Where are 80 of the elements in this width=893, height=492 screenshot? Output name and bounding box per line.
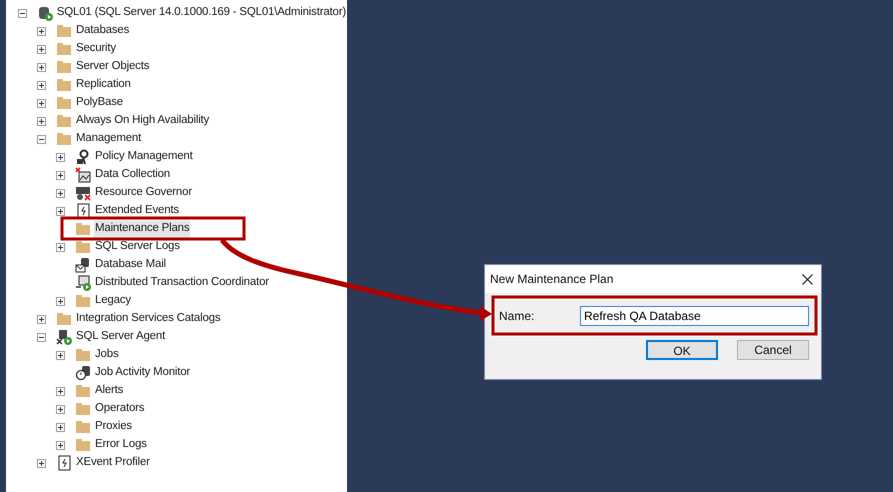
tree-item[interactable]: Always On High Availability (75, 112, 210, 130)
database-server-icon (36, 5, 53, 21)
folder-icon (56, 41, 72, 57)
tree-item[interactable]: Resource Governor (94, 184, 193, 202)
dialog-button[interactable]: Cancel (737, 340, 809, 360)
folder-icon (56, 23, 72, 39)
tree-item[interactable]: Replication (75, 76, 132, 94)
folder-icon (75, 419, 91, 435)
expand-icon[interactable] (56, 170, 65, 180)
tree-item[interactable]: Alerts (94, 382, 124, 400)
name-field[interactable]: Refresh QA Database (580, 306, 809, 326)
expand-icon[interactable] (56, 440, 65, 450)
tree-item[interactable]: SQL Server Logs (94, 238, 181, 256)
folder-icon (56, 311, 72, 327)
expand-icon[interactable] (37, 44, 46, 54)
policy-icon (75, 149, 91, 165)
server-icon (75, 275, 91, 291)
tree-item[interactable]: Policy Management (94, 148, 194, 166)
folder-icon (56, 77, 72, 93)
tree-item[interactable]: Databases (75, 22, 130, 40)
chart-icon (75, 167, 91, 183)
expand-icon[interactable] (56, 296, 65, 306)
collapse-icon[interactable] (18, 8, 27, 18)
collapse-icon[interactable] (37, 332, 46, 342)
agent-icon (56, 329, 72, 345)
folder-icon (75, 221, 91, 237)
tree-item[interactable]: Database Mail (94, 256, 167, 274)
stopwatch-icon (75, 365, 91, 381)
folder-icon (56, 113, 72, 129)
dialog-button[interactable]: OK (646, 340, 718, 360)
expand-icon[interactable] (56, 206, 65, 216)
tree-item[interactable]: XEvent Profiler (75, 454, 151, 472)
tree-item[interactable]: Maintenance Plans (94, 220, 190, 238)
tree-item[interactable]: Security (75, 40, 117, 58)
expand-icon[interactable] (56, 422, 65, 432)
tree-item[interactable]: Management (75, 130, 142, 148)
expand-icon[interactable] (56, 242, 65, 252)
tree-item[interactable]: Distributed Transaction Coordinator (94, 274, 270, 292)
tree-item[interactable]: Error Logs (94, 436, 148, 454)
close-icon[interactable] (802, 274, 813, 284)
expand-icon[interactable] (56, 386, 65, 396)
tree-item[interactable]: Integration Services Catalogs (75, 310, 222, 328)
expand-icon[interactable] (56, 404, 65, 414)
tree-item[interactable]: SQL01 (SQL Server 14.0.1000.169 - SQL01\Administrator) (56, 4, 347, 22)
expand-icon[interactable] (37, 116, 46, 126)
expand-icon[interactable] (37, 314, 46, 324)
tree-item[interactable]: Server Objects (75, 58, 150, 76)
expand-icon[interactable] (37, 26, 46, 36)
expand-icon[interactable] (56, 152, 65, 162)
folder-icon (56, 59, 72, 75)
dialog-title: New Maintenance Plan (490, 271, 614, 288)
expand-icon[interactable] (56, 350, 65, 360)
folder-icon (75, 383, 91, 399)
folder-icon (75, 401, 91, 417)
tree-item[interactable]: Jobs (94, 346, 120, 364)
folder-icon (75, 347, 91, 363)
folder-icon (56, 131, 72, 147)
folder-icon (75, 437, 91, 453)
tree-item[interactable]: Data Collection (94, 166, 171, 184)
expand-icon[interactable] (37, 458, 46, 468)
tree-item[interactable]: SQL Server Agent (75, 328, 166, 346)
tree-item[interactable]: Operators (94, 400, 146, 418)
folder-icon (56, 95, 72, 111)
tree-item[interactable]: PolyBase (75, 94, 124, 112)
expand-icon[interactable] (56, 188, 65, 198)
name-label: Name: (499, 308, 536, 325)
tree-item[interactable]: Proxies (94, 418, 133, 436)
tree-item[interactable]: Job Activity Monitor (94, 364, 192, 382)
expand-icon[interactable] (37, 80, 46, 90)
document-icon (56, 455, 72, 471)
folder-icon (75, 293, 91, 309)
expand-icon[interactable] (37, 98, 46, 108)
tree-item[interactable]: Extended Events (94, 202, 180, 220)
governor-icon (75, 185, 91, 201)
expand-icon[interactable] (37, 62, 46, 72)
folder-icon (75, 239, 91, 255)
document-icon (75, 203, 91, 219)
mail-icon (75, 257, 91, 273)
collapse-icon[interactable] (37, 134, 46, 144)
tree-item[interactable]: Legacy (94, 292, 132, 310)
